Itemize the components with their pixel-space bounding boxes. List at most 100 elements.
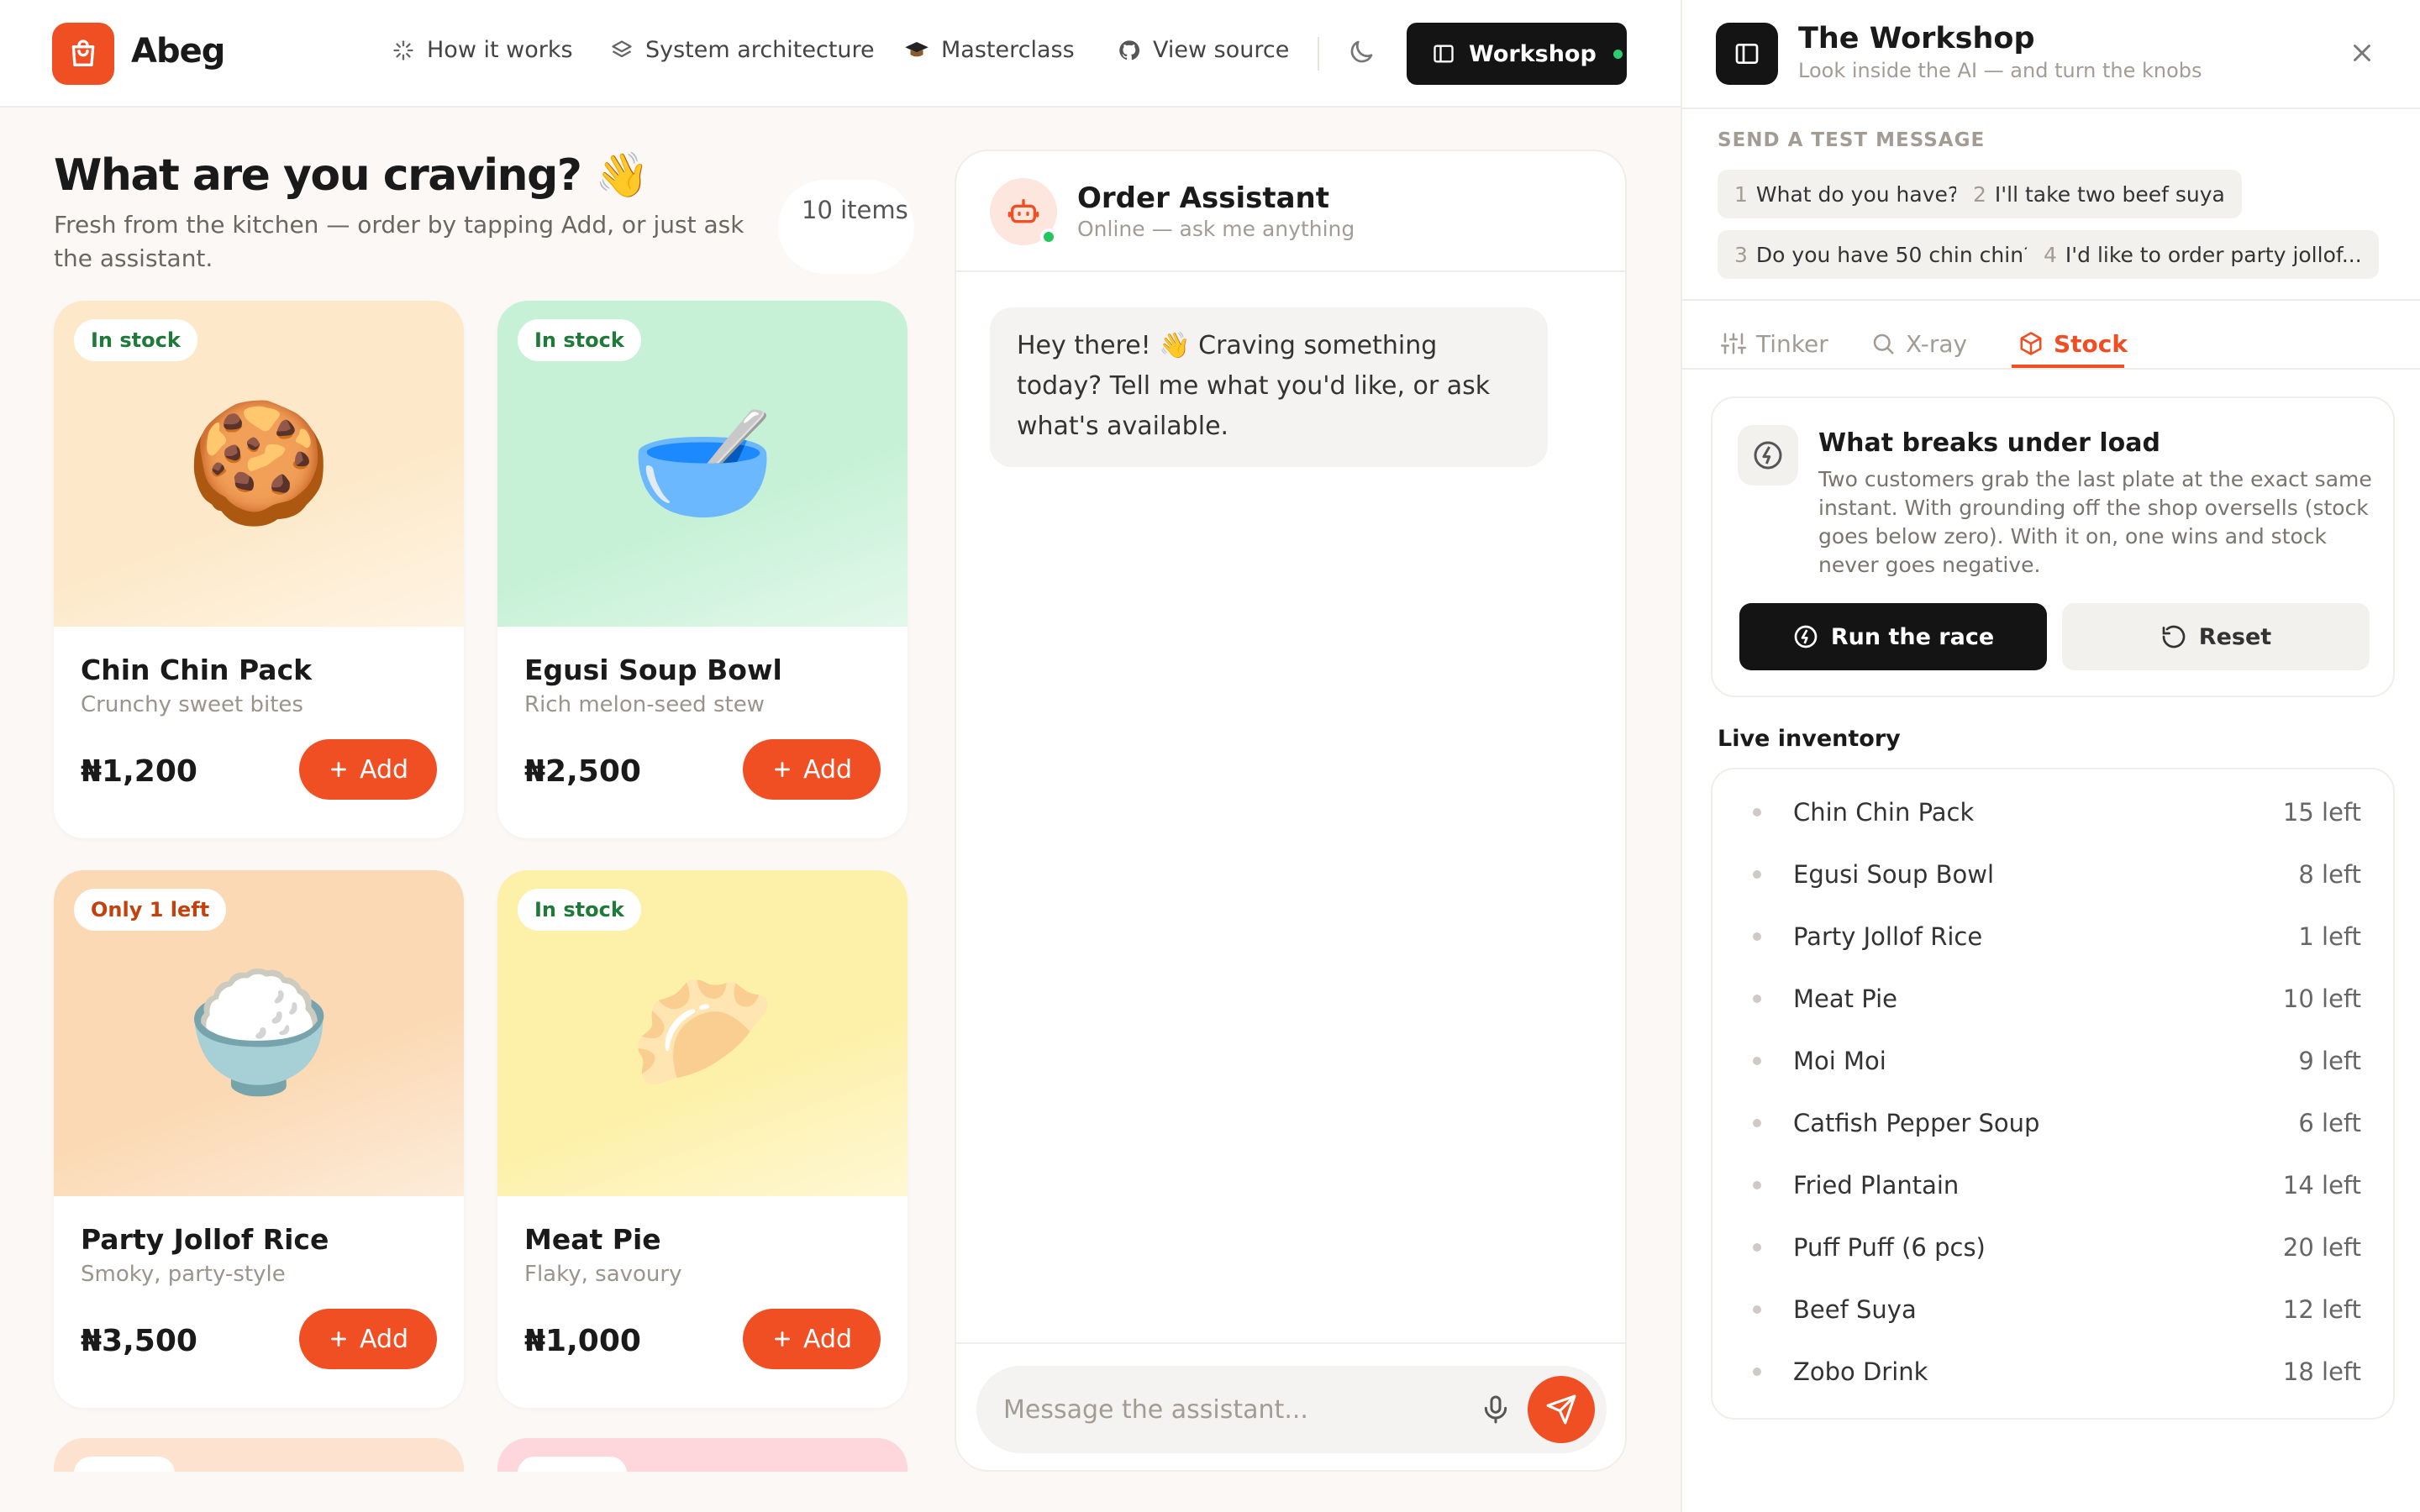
assistant-message: Hey there! 👋 Craving something today? Te… [990, 307, 1548, 467]
menu-card-partial[interactable] [54, 1438, 464, 1472]
plus-icon [331, 1331, 346, 1347]
menu-card[interactable]: 🥟 In stock Meat Pie Flaky, savoury ₦1,00… [497, 870, 908, 1408]
tab-label: Tinker [1756, 329, 1828, 358]
food-emoji: 🍚 [185, 964, 333, 1101]
food-emoji: 🍪 [185, 395, 333, 532]
add-button[interactable]: Add [299, 739, 437, 800]
inventory-row: Fried Plantain 14 left [1712, 1154, 2393, 1216]
online-indicator [1040, 228, 1057, 245]
layers-icon [612, 39, 632, 57]
plus-icon [775, 762, 790, 777]
add-button[interactable]: Add [299, 1309, 437, 1369]
inventory-row: Party Jollof Rice 1 left [1712, 906, 2393, 968]
test-chip-2[interactable]: 2 I'll take two beef suya [1956, 170, 2242, 218]
moon-icon [1350, 40, 1373, 63]
load-description: Two customers grab the last plate at the… [1818, 467, 2372, 577]
test-chip-3[interactable]: 3 Do you have 50 chin chin? [1718, 230, 2052, 279]
inventory-item-name: Egusi Soup Bowl [1793, 860, 1995, 889]
page-subtitle: Fresh from the kitchen — order by tappin… [54, 211, 744, 272]
nav-view-source[interactable]: View source [1118, 37, 1289, 63]
chat-status: Online — ask me anything [1077, 217, 1355, 241]
run-race-button[interactable]: Run the race [1739, 603, 2047, 670]
item-name: Egusi Soup Bowl [524, 654, 782, 686]
nav-how-it-works[interactable]: How it works [392, 37, 573, 63]
item-count-badge: 10 items [778, 180, 914, 274]
inventory-item-name: Catfish Pepper Soup [1793, 1109, 2040, 1137]
menu-card[interactable]: 🥣 In stock Egusi Soup Bowl Rich melon-se… [497, 301, 908, 838]
status-badge: In stock [74, 319, 197, 361]
bullet-dot [1753, 932, 1761, 941]
inventory-item-qty: 6 left [2298, 1109, 2361, 1137]
add-button[interactable]: Add [743, 739, 881, 800]
inventory-row: Moi Moi 9 left [1712, 1030, 2393, 1092]
item-price: ₦2,500 [524, 754, 641, 789]
workshop-button[interactable]: Workshop [1407, 23, 1627, 85]
tab-label: X-ray [1906, 329, 1968, 358]
chat-header: Order Assistant Online — ask me anything [956, 151, 1625, 272]
menu-card[interactable]: 🍚 Only 1 left Party Jollof Rice Smoky, p… [54, 870, 464, 1408]
item-name: Party Jollof Rice [81, 1223, 329, 1256]
active-tab-indicator [2012, 365, 2124, 368]
send-button[interactable] [1528, 1376, 1595, 1443]
sidebar-panel-icon [1716, 23, 1778, 85]
inventory-row: Zobo Drink 18 left [1712, 1341, 2393, 1403]
message-input[interactable] [1003, 1391, 1440, 1428]
add-label: Add [359, 1324, 409, 1354]
bullet-dot [1753, 995, 1761, 1003]
add-button[interactable]: Add [743, 1309, 881, 1369]
nav-label: System architecture [645, 37, 875, 63]
add-label: Add [359, 754, 409, 785]
dark-mode-toggle[interactable] [1346, 37, 1376, 71]
item-description: Flaky, savoury [524, 1262, 682, 1287]
chip-text: I'll take two beef suya [1994, 181, 2225, 207]
test-message-label: SEND A TEST MESSAGE [1718, 129, 1986, 151]
inventory-row: Meat Pie 10 left [1712, 968, 2393, 1030]
inventory-item-name: Meat Pie [1793, 984, 1897, 1013]
bullet-dot [1753, 1057, 1761, 1065]
divider [1682, 108, 2420, 109]
search-icon [1873, 333, 1894, 354]
status-badge: Only 1 left [74, 889, 227, 931]
nav-divider [1318, 37, 1319, 71]
divider [1682, 299, 2420, 301]
reset-button[interactable]: Reset [2062, 603, 2370, 670]
brand-name[interactable]: Abeg [131, 32, 225, 71]
inventory-item-qty: 12 left [2282, 1295, 2361, 1324]
tab-x-ray[interactable]: X-ray [1870, 318, 1967, 370]
microphone-icon [1484, 1395, 1507, 1424]
shopping-bag-icon[interactable] [52, 23, 114, 85]
chip-text: Do you have 50 chin chin? [1755, 242, 2035, 267]
chat-composer [956, 1342, 1625, 1470]
tab-stock[interactable]: Stock [2018, 318, 2128, 370]
nav-label: Masterclass [941, 37, 1075, 63]
microphone-button[interactable] [1479, 1391, 1512, 1431]
nav-label: How it works [427, 37, 573, 63]
test-chip-1[interactable]: 1 What do you have? [1718, 170, 1976, 218]
plus-icon [775, 1331, 790, 1347]
page-bottom-fade [0, 1472, 955, 1512]
menu-card-partial[interactable] [497, 1438, 908, 1472]
nav-label: View source [1153, 37, 1290, 63]
load-test-card: What breaks under load Two customers gra… [1711, 396, 2395, 697]
lightning-icon [1794, 625, 1818, 648]
menu-card[interactable]: 🍪 In stock Chin Chin Pack Crunchy sweet … [54, 301, 464, 838]
bullet-dot [1753, 1305, 1761, 1314]
inventory-row: Egusi Soup Bowl 8 left [1712, 843, 2393, 906]
close-button[interactable] [2348, 39, 2376, 71]
item-price: ₦3,500 [81, 1324, 197, 1358]
inventory-item-qty: 10 left [2282, 984, 2361, 1013]
load-title: What breaks under load [1818, 428, 2160, 458]
add-label: Add [802, 1324, 853, 1354]
test-chip-4[interactable]: 4 I'd like to order party jollof... [2027, 230, 2379, 279]
nav-system-architecture[interactable]: System architecture [610, 37, 875, 63]
tab-tinker[interactable]: Tinker [1721, 318, 1828, 370]
inventory-item-name: Zobo Drink [1793, 1357, 1928, 1386]
bullet-dot [1753, 808, 1761, 816]
inventory-item-name: Fried Plantain [1793, 1171, 1960, 1200]
food-emoji: 🥣 [629, 395, 776, 532]
inventory-title: Live inventory [1718, 726, 1901, 752]
nav-masterclass[interactable]: Masterclass [904, 37, 1075, 63]
chip-number: 1 [1734, 181, 1748, 207]
tab-label: Stock [2054, 329, 2128, 358]
order-assistant-chat: Order Assistant Online — ask me anything… [955, 150, 1627, 1472]
